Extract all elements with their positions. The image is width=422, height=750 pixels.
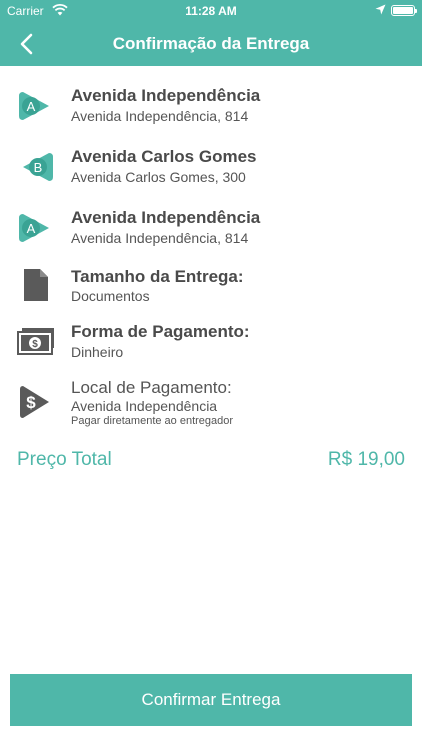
- payment-location-value: Avenida Independência: [71, 398, 218, 414]
- stop-badge-letter: B: [34, 160, 43, 175]
- total-price-label: Preço Total: [17, 449, 112, 470]
- payment-location-label: Local de Pagamento:: [71, 378, 232, 397]
- stop-title: Avenida Independência: [71, 86, 261, 105]
- stop-title: Avenida Carlos Gomes: [71, 147, 257, 166]
- location-arrow-icon: [375, 4, 386, 18]
- stop-title: Avenida Independência: [71, 208, 261, 227]
- total-price-value: R$ 19,00: [327, 449, 405, 470]
- stop-address: Avenida Independência, 814: [71, 108, 249, 124]
- confirm-delivery-button[interactable]: Confirmar Entrega: [10, 674, 412, 726]
- payment-method-value: Dinheiro: [71, 344, 124, 360]
- page-title: Confirmação da Entrega: [112, 34, 310, 53]
- stop-badge-letter: A: [27, 99, 36, 114]
- stop-item: A Avenida Independência Avenida Independ…: [0, 206, 422, 250]
- payment-location-row: $ Local de Pagamento: Avenida Independên…: [0, 378, 422, 430]
- status-bar: Carrier 11:28 AM: [0, 0, 422, 22]
- stop-address: Avenida Independência, 814: [71, 230, 249, 246]
- payment-method-label: Forma de Pagamento:: [71, 322, 250, 341]
- map-pin-badge-icon: B: [23, 153, 53, 181]
- payment-method-row: $ Forma de Pagamento: Dinheiro: [0, 322, 422, 362]
- stop-address: Avenida Carlos Gomes, 300: [71, 169, 246, 185]
- delivery-size-label: Tamanho da Entrega:: [71, 267, 244, 286]
- svg-text:$: $: [32, 339, 38, 350]
- delivery-size-row: Tamanho da Entrega: Documentos: [0, 265, 422, 305]
- svg-text:$: $: [26, 393, 36, 412]
- banknote-icon: $: [17, 328, 54, 355]
- status-time: 11:28 AM: [185, 4, 237, 18]
- stop-item: A Avenida Independência Avenida Independ…: [0, 84, 422, 128]
- map-pin-badge-icon: A: [19, 92, 49, 120]
- battery-icon: [391, 5, 417, 16]
- payment-location-note: Pagar diretamente ao entregador: [71, 415, 234, 427]
- stop-badge-letter: A: [27, 221, 36, 236]
- stop-item: B Avenida Carlos Gomes Avenida Carlos Go…: [0, 145, 422, 189]
- map-pin-badge-icon: A: [19, 214, 49, 242]
- total-price-row: Preço Total R$ 19,00: [0, 449, 422, 473]
- document-icon: [24, 269, 48, 301]
- navigation-bar: Confirmação da Entrega: [0, 22, 422, 66]
- delivery-size-value: Documentos: [71, 288, 150, 304]
- dollar-play-icon: $: [20, 386, 49, 418]
